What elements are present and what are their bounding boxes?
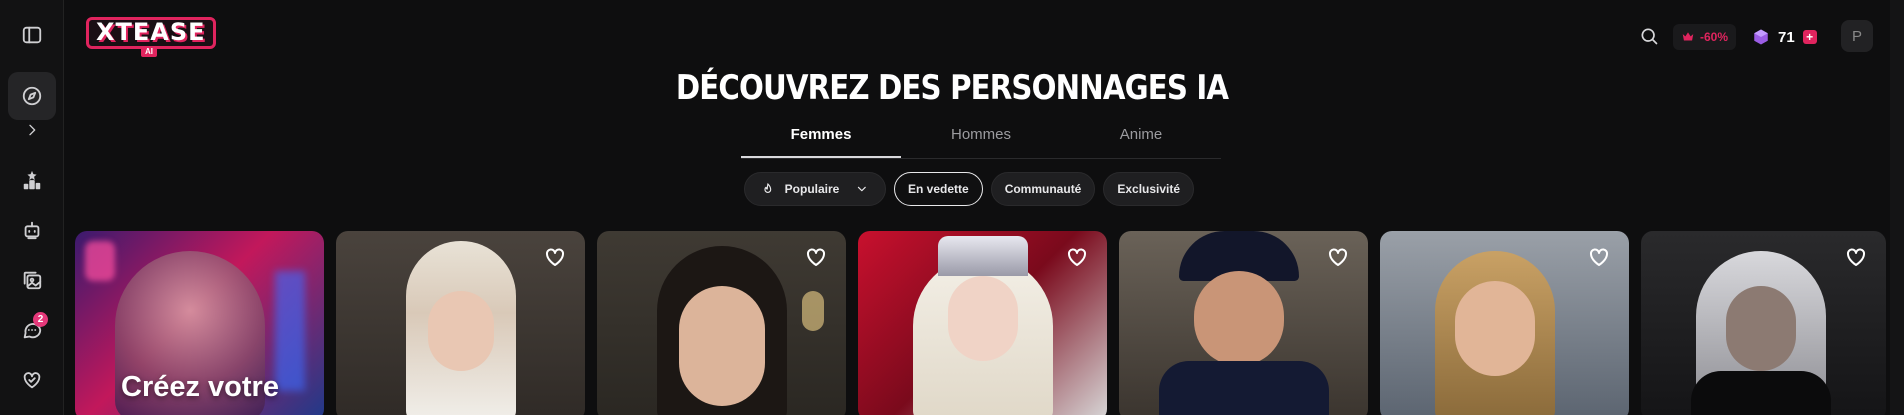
- favorite-button[interactable]: [1587, 245, 1613, 271]
- credits-display[interactable]: 71 +: [1752, 24, 1817, 50]
- heart-icon: [807, 248, 825, 266]
- filter-exclusivite[interactable]: Exclusivité: [1103, 172, 1195, 206]
- sort-dropdown[interactable]: Populaire: [744, 172, 886, 206]
- add-credits-button[interactable]: +: [1802, 30, 1817, 44]
- create-character-card[interactable]: Créez votre: [75, 231, 324, 415]
- sidebar-item-gallery[interactable]: [8, 256, 56, 304]
- promo-text: -60%: [1700, 30, 1729, 44]
- tab-femmes[interactable]: Femmes: [741, 118, 901, 158]
- heart-icon: [546, 248, 564, 266]
- page-scrollbar[interactable]: [1890, 0, 1904, 415]
- character-face: [1194, 271, 1284, 366]
- character-card[interactable]: [336, 231, 585, 415]
- robot-icon: [24, 221, 40, 240]
- sidebar-item-favorites[interactable]: [8, 356, 56, 404]
- page-title: DÉCOUVREZ DES PERSONNAGES IA: [675, 68, 1229, 108]
- neon-light: [275, 271, 305, 391]
- character-face: [1455, 281, 1535, 376]
- outfit: [1691, 371, 1831, 415]
- crown-icon: [1682, 32, 1694, 41]
- sidebar-item-create[interactable]: [8, 206, 56, 254]
- sort-label: Populaire: [784, 182, 840, 196]
- heart-icon: [1590, 248, 1608, 266]
- chat-count-badge: 2: [33, 312, 48, 327]
- favorite-button[interactable]: [1326, 245, 1352, 271]
- character-card[interactable]: [1641, 231, 1886, 415]
- lamp-light: [802, 291, 824, 331]
- logo-subtext: AI: [141, 46, 157, 57]
- sidebar-item-discover[interactable]: [8, 72, 56, 120]
- character-face: [1726, 286, 1796, 371]
- logo-text: XTEASE: [96, 18, 206, 46]
- sidebar-item-chats[interactable]: 2: [8, 306, 56, 354]
- character-face: [679, 286, 765, 406]
- uniform: [1159, 361, 1329, 415]
- sidebar: 2: [0, 0, 64, 415]
- toggle-sidebar-button[interactable]: [8, 11, 56, 59]
- chevron-right-icon: [29, 124, 36, 136]
- filter-communaute[interactable]: Communauté: [990, 172, 1096, 206]
- compass-icon: [22, 86, 42, 106]
- gem-icon: [1754, 29, 1768, 45]
- character-card[interactable]: [1119, 231, 1368, 415]
- tab-hommes[interactable]: Hommes: [901, 118, 1061, 158]
- crown: [938, 236, 1028, 276]
- tab-anime[interactable]: Anime: [1061, 118, 1221, 158]
- sidebar-item-ranking[interactable]: [8, 157, 56, 205]
- favorite-button[interactable]: [804, 245, 830, 271]
- chevron-down-icon: [858, 186, 867, 192]
- create-card-label: Créez votre: [121, 371, 279, 403]
- character-face: [948, 276, 1018, 361]
- app-logo[interactable]: XTEASE AI: [86, 15, 218, 57]
- gender-tabs: Femmes Hommes Anime: [741, 118, 1221, 159]
- search-icon: [1641, 28, 1658, 45]
- character-card[interactable]: [1380, 231, 1629, 415]
- character-face: [428, 291, 494, 371]
- favorite-button[interactable]: [543, 245, 569, 271]
- heart-icon: [1068, 248, 1086, 266]
- heart-hands-icon: [23, 372, 41, 389]
- podium-icon: [23, 170, 41, 190]
- character-card[interactable]: [597, 231, 846, 415]
- user-avatar[interactable]: P: [1841, 20, 1873, 52]
- promo-badge[interactable]: -60%: [1673, 24, 1737, 50]
- filter-en-vedette[interactable]: En vedette: [894, 172, 983, 206]
- heart-icon: [1329, 248, 1347, 266]
- character-card[interactable]: [858, 231, 1107, 415]
- fire-icon: [764, 183, 772, 193]
- credits-count: 71: [1778, 28, 1795, 46]
- search-button[interactable]: [1633, 20, 1665, 52]
- favorite-button[interactable]: [1065, 245, 1091, 271]
- neon-light: [85, 241, 115, 281]
- heart-icon: [1847, 248, 1865, 266]
- panel-icon: [22, 26, 42, 44]
- sidebar-expand-button[interactable]: [8, 114, 56, 146]
- filter-bar: Populaire En vedette Communauté Exclusiv…: [744, 172, 1195, 207]
- favorite-button[interactable]: [1844, 245, 1870, 271]
- images-icon: [23, 271, 42, 290]
